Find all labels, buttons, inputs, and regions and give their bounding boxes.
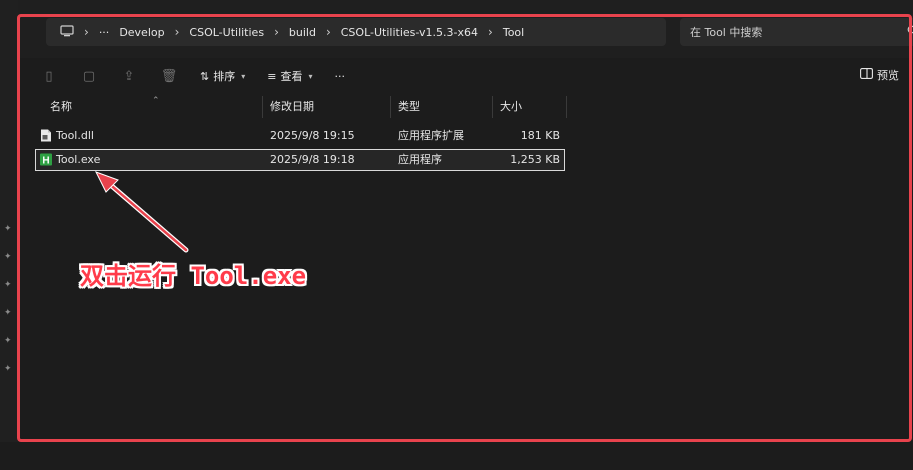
- annotation-arrow: [94, 171, 189, 253]
- status-bar: [0, 442, 913, 470]
- annotation-label: 双击运行 Tool.exe: [80, 262, 307, 290]
